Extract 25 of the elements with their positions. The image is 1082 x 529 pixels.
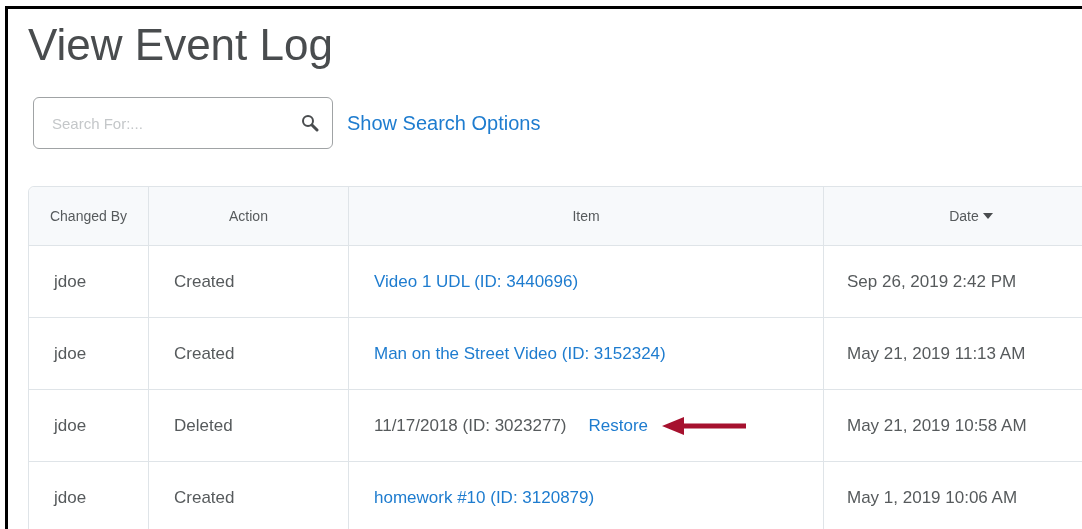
table-cell: jdoe — [54, 487, 87, 507]
item-link[interactable]: homework #10 (ID: 3120879) — [374, 487, 595, 507]
column-header[interactable]: Date — [949, 208, 979, 224]
column-header[interactable]: Action — [229, 208, 268, 224]
show-search-options-link[interactable]: Show Search Options — [347, 111, 541, 135]
table-cell: Sep 26, 2019 2:42 PM — [847, 271, 1017, 291]
table-cell: Deleted — [174, 415, 233, 435]
table-cell: jdoe — [54, 415, 87, 435]
column-header[interactable]: Changed By — [49, 208, 128, 224]
search-icon[interactable] — [301, 114, 319, 132]
search-field[interactable]: Search For:... — [33, 97, 333, 149]
table-cell: May 21, 2019 11:13 AM — [847, 343, 1026, 363]
table-cell: 11/17/2018 (ID: 3023277) — [374, 415, 567, 436]
column-header[interactable]: Item — [572, 208, 600, 224]
table-cell: jdoe — [54, 271, 87, 291]
item-link[interactable]: Video 1 UDL (ID: 3440696) — [374, 271, 579, 291]
restore-link[interactable]: Restore — [588, 415, 649, 436]
table-cell: jdoe — [54, 343, 87, 363]
page-title: View Event Log — [28, 19, 334, 71]
table-cell: May 1, 2019 10:06 AM — [847, 487, 1018, 507]
table-cell: Created — [174, 343, 235, 363]
item-link[interactable]: Man on the Street Video (ID: 3152324) — [374, 343, 666, 363]
table-cell: Created — [174, 271, 235, 291]
table-cell: May 21, 2019 10:58 AM — [847, 415, 1027, 435]
table-cell: Created — [174, 487, 235, 507]
